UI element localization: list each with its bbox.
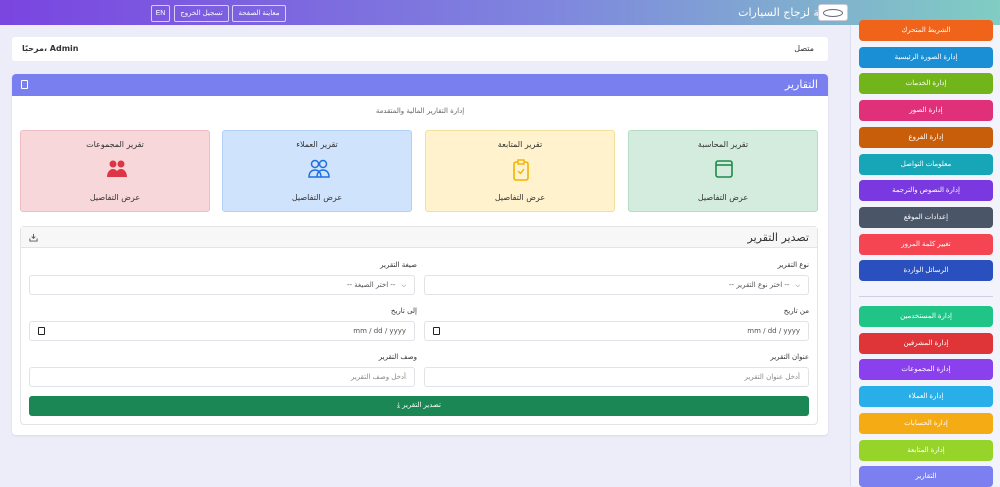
date-value: mm / dd / yyyy: [353, 327, 406, 335]
report-format-label: صيغة التقرير: [380, 261, 417, 269]
top-navbar: EN تسجيل الخروج معاينة الصفحة السلامة لز…: [0, 0, 1000, 25]
online-status: متصل: [794, 44, 814, 53]
date-value: mm / dd / yyyy: [747, 327, 800, 335]
view-details-link[interactable]: عرض التفاصيل: [223, 193, 411, 202]
card-title: تقرير المحاسبة: [697, 140, 749, 149]
view-details-link[interactable]: عرض التفاصيل: [426, 193, 614, 202]
sidebar-item[interactable]: إدارة المجموعات: [859, 359, 993, 381]
people-icon: [308, 159, 330, 178]
from-date-input[interactable]: mm / dd / yyyy: [424, 321, 809, 341]
export-report-button[interactable]: ⤓ تصدير التقرير: [29, 396, 809, 416]
sidebar-item[interactable]: إدارة المستخدمين: [859, 306, 993, 327]
reports-card: التقارير إدارة التقارير المالية والمتقدم…: [12, 74, 828, 435]
sidebar-item[interactable]: الرسائل الواردة: [859, 260, 993, 282]
report-description-label: وصف التقرير: [378, 353, 417, 361]
accounting-report-card[interactable]: تقرير المحاسبة عرض التفاصيل: [628, 130, 818, 212]
report-description-input[interactable]: أدخل وصف التقرير: [29, 367, 415, 387]
to-date-input[interactable]: mm / dd / yyyy: [29, 321, 415, 341]
sidebar-item[interactable]: إعدادات الموقع: [859, 206, 993, 228]
report-type-select[interactable]: -- اختر نوع التقرير -- ⌵: [424, 275, 809, 295]
card-title: تقرير العملاء: [296, 140, 338, 149]
welcome-bar: مرحبًا، Admin متصل: [12, 37, 828, 61]
report-title-input[interactable]: أدخل عنوان التقرير: [424, 367, 809, 387]
reports-subtitle: إدارة التقارير المالية والمتقدمة: [375, 107, 465, 115]
export-header: تصدير التقرير: [21, 227, 817, 248]
card-title: تقرير المجموعات: [86, 140, 144, 149]
reports-header: التقارير: [12, 74, 828, 96]
language-button[interactable]: EN: [151, 5, 170, 22]
view-details-link[interactable]: عرض التفاصيل: [21, 193, 209, 202]
chevron-down-icon: ⌵: [401, 282, 406, 289]
preview-page-button[interactable]: معاينة الصفحة: [232, 5, 286, 22]
logout-button[interactable]: تسجيل الخروج: [174, 5, 229, 22]
sidebar-item[interactable]: إدارة الحسابات: [859, 412, 993, 434]
logo-icon[interactable]: [818, 4, 848, 21]
report-title-label: عنوان التقرير: [770, 353, 809, 361]
download-icon: [29, 233, 38, 242]
sidebar-item[interactable]: إدارة المتابعة: [859, 439, 993, 461]
sidebar-item[interactable]: معلومات التواصل: [859, 153, 993, 175]
sidebar-item[interactable]: إدارة النصوص والترجمة: [859, 180, 993, 202]
sidebar: الشريط المتحرك إدارة الصورة الرئيسية إدارة…: [850, 20, 1000, 487]
sidebar-item[interactable]: إدارة الصور: [859, 100, 993, 122]
export-report-section: تصدير التقرير نوع التقرير -- اختر نوع ال…: [20, 226, 818, 425]
file-report-icon: [21, 80, 28, 89]
sidebar-item[interactable]: إدارة الصورة الرئيسية: [859, 46, 993, 68]
sidebar-divider: [859, 296, 993, 297]
select-value: -- اختر نوع التقرير --: [729, 281, 790, 289]
calendar-icon[interactable]: [38, 327, 45, 335]
to-date-label: إلى تاريخ: [390, 307, 417, 315]
groups-report-card[interactable]: تقرير المجموعات عرض التفاصيل: [20, 130, 210, 212]
card-title: تقرير المتابعة: [497, 140, 543, 149]
from-date-label: من تاريخ: [783, 307, 809, 315]
sidebar-item[interactable]: إدارة العملاء: [859, 386, 993, 408]
chevron-down-icon: ⌵: [795, 282, 800, 289]
page-title: التقارير: [784, 78, 818, 91]
sidebar-item[interactable]: تغيير كلمة المرور: [859, 233, 993, 255]
wallet-icon: [715, 160, 733, 178]
sidebar-item[interactable]: إدارة الخدمات: [859, 73, 993, 95]
select-value: -- اختر الصيغة --: [347, 281, 396, 289]
sidebar-item[interactable]: إدارة الفروع: [859, 126, 993, 148]
calendar-icon[interactable]: [433, 327, 440, 335]
clipboard-check-icon: [513, 159, 529, 181]
sidebar-item[interactable]: التقارير: [859, 466, 993, 487]
clients-report-card[interactable]: تقرير العملاء عرض التفاصيل: [222, 130, 412, 212]
report-format-select[interactable]: -- اختر الصيغة -- ⌵: [29, 275, 415, 295]
view-details-link[interactable]: عرض التفاصيل: [629, 193, 817, 202]
export-title: تصدير التقرير: [747, 231, 810, 244]
report-type-label: نوع التقرير: [777, 261, 809, 269]
sidebar-item[interactable]: إدارة المشرفين: [859, 332, 993, 354]
followup-report-card[interactable]: تقرير المتابعة عرض التفاصيل: [425, 130, 615, 212]
people-fill-icon: [107, 160, 127, 177]
export-button-label: تصدير التقرير: [402, 402, 441, 409]
sidebar-item[interactable]: الشريط المتحرك: [859, 20, 993, 41]
welcome-greeting: مرحبًا، Admin: [22, 44, 79, 53]
